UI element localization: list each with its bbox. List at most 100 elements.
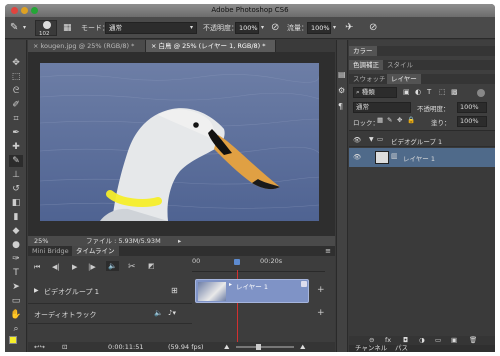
blur-tool-icon[interactable]: ◆: [9, 225, 23, 237]
zoom-tool-icon[interactable]: ⌕: [9, 323, 23, 335]
blend-mode-select[interactable]: 通常: [353, 102, 411, 113]
brush-tool-icon[interactable]: ✎: [9, 155, 23, 167]
zoom-slider[interactable]: [236, 346, 294, 348]
pressure-size-icon[interactable]: ⊘: [369, 21, 377, 35]
brush-preview[interactable]: 102: [35, 20, 57, 37]
layer-opacity-input[interactable]: 100%: [457, 102, 487, 113]
doc-tab-kougen[interactable]: × kougen.jpg @ 25% (RGB/8) *: [28, 40, 146, 52]
new-layer-icon[interactable]: ▣: [451, 336, 457, 345]
hand-tool-icon[interactable]: ✋: [9, 309, 23, 321]
render-settings-icon[interactable]: ⊡: [62, 342, 67, 352]
shape-tool-icon[interactable]: ▭: [9, 295, 23, 307]
opacity-chevron-icon[interactable]: ▾: [261, 21, 264, 35]
swan-photo[interactable]: [40, 63, 319, 221]
film-strip-icon[interactable]: ⊞: [171, 286, 178, 295]
audio-note-icon[interactable]: ♪▾: [168, 309, 176, 317]
tab-adjustments[interactable]: 色調補正: [349, 60, 383, 70]
tab-color[interactable]: カラー: [349, 46, 377, 56]
group-expand-icon[interactable]: ▼: [369, 136, 374, 143]
previous-frame-icon[interactable]: ◀|: [52, 263, 60, 271]
lock-transparency-icon[interactable]: ▦: [377, 116, 383, 124]
next-frame-icon[interactable]: |▶: [88, 263, 96, 271]
tab-paths[interactable]: パス: [395, 345, 408, 352]
history-brush-tool-icon[interactable]: ↺: [9, 183, 23, 195]
minimize-window-button[interactable]: [21, 7, 28, 14]
path-select-tool-icon[interactable]: ➤: [9, 281, 23, 293]
zoom-window-button[interactable]: [31, 7, 38, 14]
eyedropper-tool-icon[interactable]: ✒: [9, 127, 23, 139]
audio-track-header[interactable]: オーディオトラック 🔈 ♪▾: [28, 304, 192, 324]
expand-arrow-icon[interactable]: ▶: [34, 287, 39, 294]
transition-icon[interactable]: ◩: [148, 262, 155, 270]
layer-row-video-group[interactable]: 👁 ▼ ▭ ビデオグループ 1: [349, 133, 495, 147]
tab-channels[interactable]: チャンネル: [355, 345, 387, 352]
visibility-eye-icon[interactable]: 👁: [353, 136, 361, 144]
audio-toggle-icon[interactable]: 🔈: [106, 261, 119, 271]
brush-tool-icon[interactable]: ✎: [10, 21, 18, 35]
move-tool-icon[interactable]: ✥: [9, 57, 23, 69]
actions-panel-icon[interactable]: ⚙: [338, 86, 345, 95]
properties-panel-icon[interactable]: ¶: [338, 102, 343, 111]
video-clip[interactable]: ▸ レイヤー 1: [195, 279, 309, 303]
filter-pixel-icon[interactable]: ▣: [403, 88, 410, 96]
eraser-tool-icon[interactable]: ◧: [9, 197, 23, 209]
healing-tool-icon[interactable]: ✚: [9, 141, 23, 153]
zoom-level[interactable]: 25%: [34, 236, 48, 246]
status-menu-arrow-icon[interactable]: ▸: [178, 236, 181, 246]
brush-panel-icon[interactable]: ▦: [63, 21, 72, 35]
tab-styles[interactable]: スタイル: [383, 60, 417, 70]
filter-toggle[interactable]: [477, 89, 485, 97]
convert-frames-icon[interactable]: ↩↪: [34, 342, 45, 352]
delete-layer-icon[interactable]: 🗑: [469, 336, 477, 345]
flow-input[interactable]: 100%: [307, 22, 331, 34]
stamp-tool-icon[interactable]: ⊥: [9, 169, 23, 181]
type-tool-icon[interactable]: T: [9, 267, 23, 279]
mute-audio-icon[interactable]: 🔈: [154, 309, 163, 317]
pen-tool-icon[interactable]: ✑: [9, 253, 23, 265]
filter-smart-icon[interactable]: ▩: [451, 88, 458, 96]
close-icon[interactable]: ×: [151, 42, 159, 50]
go-to-first-frame-icon[interactable]: ⏮: [34, 263, 40, 272]
layer-row-layer-1[interactable]: 👁 ▥ レイヤー 1: [349, 148, 495, 167]
marquee-tool-icon[interactable]: ⬚: [9, 71, 23, 83]
split-scissors-icon[interactable]: ✂: [128, 262, 136, 272]
tab-mini-bridge[interactable]: Mini Bridge: [28, 246, 73, 256]
lock-move-icon[interactable]: ✥: [397, 116, 402, 124]
airbrush-icon[interactable]: ✈: [345, 21, 353, 35]
mode-select[interactable]: 通常: [105, 22, 197, 34]
tab-swatches[interactable]: スウォッチ: [349, 74, 390, 84]
video-group-track-header[interactable]: ▶ ビデオグループ 1 ⊞: [28, 278, 192, 304]
lasso-tool-icon[interactable]: ᘓ: [9, 85, 23, 97]
tab-timeline[interactable]: タイムライン: [72, 246, 119, 256]
color-swatches[interactable]: [9, 336, 23, 348]
filter-type-icon[interactable]: T: [427, 88, 431, 96]
clip-expand-icon[interactable]: ▸: [229, 281, 232, 288]
canvas-area[interactable]: [28, 52, 335, 236]
add-audio-button[interactable]: +: [317, 308, 325, 318]
opacity-input[interactable]: 100%: [235, 22, 259, 34]
pressure-opacity-icon[interactable]: ⊘: [271, 21, 279, 35]
panel-menu-icon[interactable]: ≡: [325, 246, 331, 256]
play-icon[interactable]: ▶: [72, 263, 77, 271]
fill-input[interactable]: 100%: [457, 116, 487, 127]
gradient-tool-icon[interactable]: ▮: [9, 211, 23, 223]
zoom-slider-thumb[interactable]: [256, 344, 261, 350]
new-group-icon[interactable]: ▭: [435, 336, 441, 345]
close-window-button[interactable]: [11, 7, 18, 14]
crop-tool-icon[interactable]: ⌗: [9, 113, 23, 125]
zoom-in-icon[interactable]: ⛰: [300, 342, 305, 352]
new-adjustment-icon[interactable]: ◑: [419, 336, 425, 345]
history-panel-icon[interactable]: ▤: [338, 70, 346, 79]
playhead-handle[interactable]: [234, 259, 240, 265]
close-icon[interactable]: ×: [33, 42, 41, 50]
visibility-eye-icon[interactable]: 👁: [353, 153, 361, 161]
add-media-button[interactable]: +: [317, 285, 325, 295]
filter-adjust-icon[interactable]: ◐: [415, 88, 421, 96]
dodge-tool-icon[interactable]: ●: [9, 239, 23, 251]
timeline-ruler[interactable]: 00 00:20s: [192, 257, 325, 272]
flow-chevron-icon[interactable]: ▾: [333, 21, 336, 35]
zoom-out-icon[interactable]: ⛰: [224, 342, 229, 352]
clip-end-handle[interactable]: [301, 281, 307, 287]
lock-paint-icon[interactable]: ✎: [387, 116, 392, 124]
lock-all-icon[interactable]: 🔒: [407, 116, 415, 124]
